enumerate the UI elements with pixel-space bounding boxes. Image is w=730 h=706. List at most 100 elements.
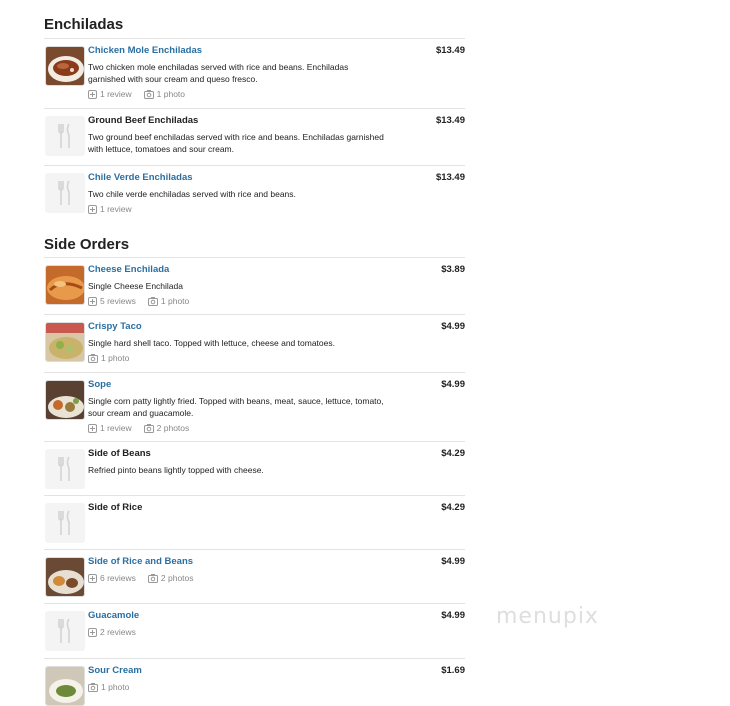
fork-knife-icon xyxy=(58,456,70,481)
menu-item[interactable]: Side of Rice $4.29 xyxy=(44,495,465,550)
reviews-link[interactable]: 1 review xyxy=(88,203,132,215)
camera-icon xyxy=(143,423,154,433)
item-photo[interactable] xyxy=(45,557,85,597)
item-description: Two chile verde enchiladas served with r… xyxy=(88,189,296,199)
reviews-count: 1 review xyxy=(100,423,132,433)
menu-item[interactable]: Crispy Taco $4.99 Single hard shell taco… xyxy=(44,314,465,373)
menu-item[interactable]: Guacamole $4.99 2 reviews xyxy=(44,603,465,659)
photos-link[interactable]: 1 photo xyxy=(143,88,186,100)
item-price: $4.99 xyxy=(441,379,465,390)
fork-knife-icon xyxy=(58,618,70,643)
camera-icon xyxy=(143,89,154,99)
review-icon xyxy=(88,423,97,433)
menu-item[interactable]: Sope $4.99 Single corn patty lightly fri… xyxy=(44,372,465,442)
item-name[interactable]: Side of Rice and Beans xyxy=(88,556,193,568)
item-name[interactable]: Guacamole xyxy=(88,610,139,622)
item-meta: 6 reviews 2 photos xyxy=(88,572,206,584)
item-price: $4.29 xyxy=(441,448,465,459)
item-price: $13.49 xyxy=(435,115,465,126)
item-name: Side of Rice xyxy=(88,502,143,513)
item-description: Single Cheese Enchilada xyxy=(88,281,183,291)
item-photo[interactable] xyxy=(45,265,85,305)
item-price: $1.69 xyxy=(441,665,465,676)
reviews-count: 2 reviews xyxy=(100,627,136,637)
item-placeholder xyxy=(45,116,85,156)
fork-knife-icon xyxy=(58,123,70,148)
item-name[interactable]: Crispy Taco xyxy=(88,321,142,333)
item-meta: 5 reviews 1 photo xyxy=(88,295,201,307)
camera-icon xyxy=(88,682,98,692)
item-name[interactable]: Sope xyxy=(88,379,111,391)
reviews-count: 6 reviews xyxy=(100,573,136,583)
menu-item[interactable]: Cheese Enchilada $3.89 Single Cheese Enc… xyxy=(44,257,465,315)
item-price: $3.89 xyxy=(441,264,465,275)
review-icon xyxy=(88,627,97,637)
photos-count: 1 photo xyxy=(160,296,190,306)
section-title-side-orders: Side Orders xyxy=(44,236,130,253)
item-price: $13.49 xyxy=(435,172,465,183)
camera-icon xyxy=(88,353,98,363)
photos-count: 2 photos xyxy=(156,423,190,433)
review-icon xyxy=(88,573,97,583)
item-name: Side of Beans xyxy=(88,448,151,459)
menu-item[interactable]: Sour Cream $1.69 1 photo xyxy=(44,658,465,706)
menu-item[interactable]: Chile Verde Enchiladas $13.49 Two chile … xyxy=(44,165,465,223)
camera-icon xyxy=(147,573,158,583)
reviews-count: 5 reviews xyxy=(100,296,136,306)
item-meta: 1 photo xyxy=(88,352,141,364)
reviews-link[interactable]: 2 reviews xyxy=(88,626,136,638)
photos-count: 1 photo xyxy=(101,353,130,363)
item-photo[interactable] xyxy=(45,380,85,420)
menu-item[interactable]: Side of Beans $4.29 Refried pinto beans … xyxy=(44,441,465,496)
item-photo[interactable] xyxy=(45,46,85,86)
item-price: $13.49 xyxy=(435,45,465,56)
photos-link[interactable]: 2 photos xyxy=(147,572,194,584)
item-name[interactable]: Cheese Enchilada xyxy=(88,264,169,276)
camera-icon xyxy=(147,296,158,306)
menu-item[interactable]: Side of Rice and Beans $4.99 6 reviews 2… xyxy=(44,549,465,604)
photos-count: 1 photo xyxy=(101,682,130,692)
photos-count: 1 photo xyxy=(156,89,186,99)
menupix-watermark: menupix xyxy=(496,604,599,629)
reviews-link[interactable]: 6 reviews xyxy=(88,572,136,584)
photos-count: 2 photos xyxy=(160,573,194,583)
reviews-count: 1 review xyxy=(100,89,132,99)
item-description: Refried pinto beans lightly topped with … xyxy=(88,465,264,475)
item-meta: 1 photo xyxy=(88,681,141,693)
photos-link[interactable]: 1 photo xyxy=(88,352,129,364)
item-meta: 1 review 1 photo xyxy=(88,88,197,100)
menu-item[interactable]: Ground Beef Enchiladas $13.49 Two ground… xyxy=(44,108,465,166)
item-price: $4.29 xyxy=(441,502,465,513)
review-icon xyxy=(88,204,97,214)
photos-link[interactable]: 1 photo xyxy=(147,295,190,307)
reviews-link[interactable]: 1 review xyxy=(88,422,132,434)
reviews-link[interactable]: 5 reviews xyxy=(88,295,136,307)
item-price: $4.99 xyxy=(441,610,465,621)
reviews-count: 1 review xyxy=(100,204,132,214)
photos-link[interactable]: 1 photo xyxy=(88,681,129,693)
item-name[interactable]: Chicken Mole Enchiladas xyxy=(88,45,202,57)
review-icon xyxy=(88,89,97,99)
item-description: Two ground beef enchiladas served with r… xyxy=(88,132,384,154)
item-meta: 1 review xyxy=(88,203,144,215)
item-placeholder xyxy=(45,449,85,489)
fork-knife-icon xyxy=(58,510,70,535)
item-placeholder xyxy=(45,503,85,543)
item-description: Two chicken mole enchiladas served with … xyxy=(88,62,349,84)
item-name: Ground Beef Enchiladas xyxy=(88,115,199,126)
item-meta: 2 reviews xyxy=(88,626,148,638)
item-description: Single corn patty lightly fried. Topped … xyxy=(88,396,384,418)
item-photo[interactable] xyxy=(45,322,85,362)
item-price: $4.99 xyxy=(441,321,465,332)
item-meta: 1 review 2 photos xyxy=(88,422,201,434)
menu-item[interactable]: Chicken Mole Enchiladas $13.49 Two chick… xyxy=(44,38,465,109)
fork-knife-icon xyxy=(58,180,70,205)
item-name[interactable]: Sour Cream xyxy=(88,665,142,677)
reviews-link[interactable]: 1 review xyxy=(88,88,132,100)
item-description: Single hard shell taco. Topped with lett… xyxy=(88,338,335,348)
item-placeholder xyxy=(45,173,85,213)
photos-link[interactable]: 2 photos xyxy=(143,422,190,434)
item-photo[interactable] xyxy=(45,666,85,706)
item-name[interactable]: Chile Verde Enchiladas xyxy=(88,172,193,184)
item-placeholder xyxy=(45,611,85,651)
